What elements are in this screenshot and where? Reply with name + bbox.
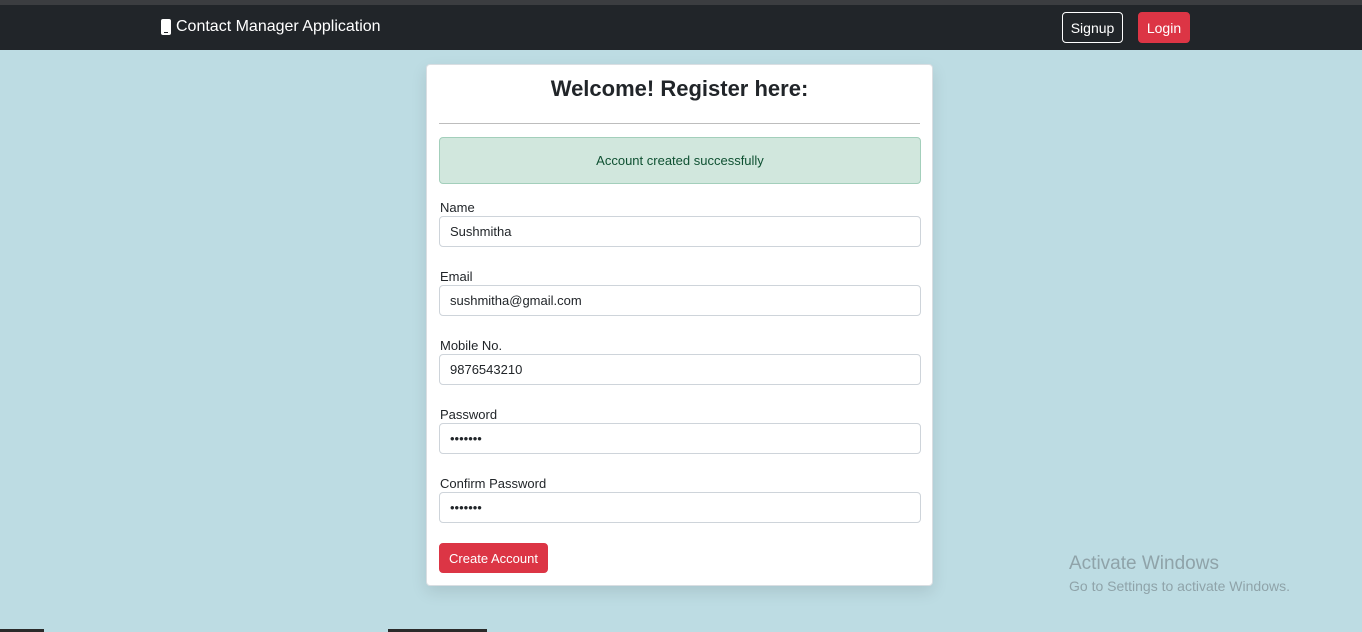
mobile-field[interactable]: [439, 354, 921, 385]
activate-windows-watermark: Activate Windows Go to Settings to activ…: [1069, 553, 1290, 597]
signup-button[interactable]: Signup: [1062, 12, 1123, 43]
email-label: Email: [440, 269, 473, 284]
create-account-button[interactable]: Create Account: [439, 543, 548, 573]
password-field[interactable]: [439, 423, 921, 454]
title-divider: [439, 123, 920, 124]
name-label: Name: [440, 200, 475, 215]
email-field[interactable]: [439, 285, 921, 316]
success-alert: Account created successfully: [439, 137, 921, 184]
register-card: Welcome! Register here: Account created …: [426, 64, 933, 586]
mobile-label: Mobile No.: [440, 338, 503, 353]
brand-link[interactable]: Contact Manager Application: [161, 17, 381, 37]
login-button[interactable]: Login: [1138, 12, 1190, 43]
confirm-password-label: Confirm Password: [440, 476, 547, 491]
navbar: Contact Manager Application Signup Login: [0, 5, 1362, 50]
watermark-title: Activate Windows: [1069, 553, 1219, 574]
mobile-phone-icon: [161, 19, 171, 35]
confirm-password-field[interactable]: [439, 492, 921, 523]
password-label: Password: [440, 407, 498, 422]
page-title: Welcome! Register here:: [550, 76, 809, 101]
watermark-subtitle: Go to Settings to activate Windows.: [1069, 578, 1290, 594]
name-field[interactable]: [439, 216, 921, 247]
brand-title: Contact Manager Application: [176, 18, 381, 35]
